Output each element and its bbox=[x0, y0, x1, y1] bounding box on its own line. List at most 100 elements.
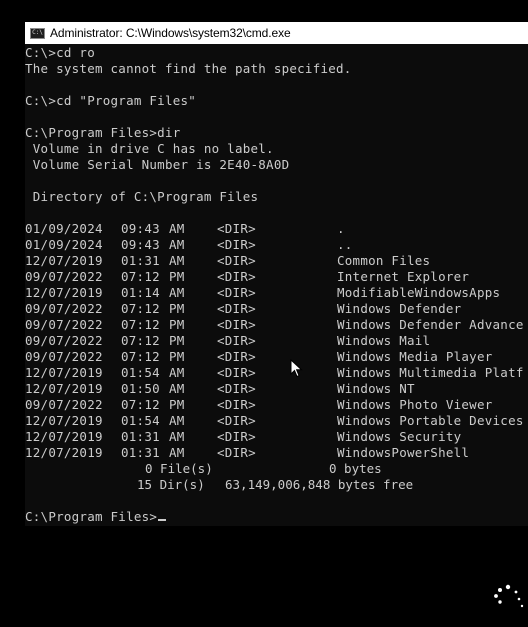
entry-type: <DIR> bbox=[217, 301, 256, 316]
entry-date: 09/07/2022 bbox=[25, 397, 103, 412]
entry-date: 01/09/2024 bbox=[25, 221, 103, 236]
entry-name: WindowsPowerShell bbox=[337, 445, 470, 460]
arrow-cursor-icon bbox=[290, 358, 304, 384]
console-line: The system cannot find the path specifie… bbox=[25, 61, 352, 76]
entry-type: <DIR> bbox=[217, 381, 256, 396]
entry-name: .. bbox=[337, 237, 353, 252]
entry-type: <DIR> bbox=[217, 445, 256, 460]
entry-ampm: AM bbox=[169, 381, 185, 396]
entry-type: <DIR> bbox=[217, 429, 256, 444]
entry-type: <DIR> bbox=[217, 253, 256, 268]
entry-name: Windows Photo Viewer bbox=[337, 397, 493, 412]
console-line: C:\>cd "Program Files" bbox=[25, 93, 197, 108]
entry-type: <DIR> bbox=[217, 221, 256, 236]
entry-ampm: PM bbox=[169, 397, 185, 412]
entry-time: 07:12 bbox=[121, 317, 160, 332]
dirs-free: 63,149,006,848 bytes free bbox=[225, 477, 414, 492]
entry-time: 01:31 bbox=[121, 445, 160, 460]
dir-entry: 12/07/2019 01:31 AM <DIR> Common Files bbox=[25, 253, 528, 269]
dir-entry: 09/07/2022 07:12 PM <DIR> Windows Media Play… bbox=[25, 349, 528, 365]
entry-date: 01/09/2024 bbox=[25, 237, 103, 252]
entry-date: 12/07/2019 bbox=[25, 253, 103, 268]
entry-date: 12/07/2019 bbox=[25, 381, 103, 396]
entry-name: Windows Portable Devices bbox=[337, 413, 524, 428]
dir-entry: 01/09/2024 09:43 AM <DIR>. bbox=[25, 221, 528, 237]
entry-time: 01:54 bbox=[121, 413, 160, 428]
title-bar[interactable]: C:\ Administrator: C:\Windows\system32\c… bbox=[25, 22, 528, 44]
entry-ampm: AM bbox=[169, 221, 185, 236]
entry-date: 09/07/2022 bbox=[25, 333, 103, 348]
console-line: C:\>cd ro bbox=[25, 45, 95, 60]
dirs-summary: 15 Dir(s) 63,149,006,848 bytes free bbox=[25, 477, 528, 493]
command-prompt[interactable]: C:\Program Files> bbox=[25, 509, 528, 525]
console-line: Volume in drive C has no label. bbox=[25, 141, 274, 156]
dirs-count: 15 Dir(s) bbox=[137, 477, 205, 492]
entry-type: <DIR> bbox=[217, 365, 256, 380]
entry-ampm: PM bbox=[169, 333, 185, 348]
entry-time: 07:12 bbox=[121, 269, 160, 284]
dir-entry: 09/07/2022 07:12 PM <DIR> Windows Photo View… bbox=[25, 397, 528, 413]
dir-entry: 09/07/2022 07:12 PM <DIR> Windows Defender bbox=[25, 301, 528, 317]
entry-ampm: PM bbox=[169, 269, 185, 284]
entry-time: 01:14 bbox=[121, 285, 160, 300]
console-output[interactable]: C:\>cd ro The system cannot find the pat… bbox=[25, 45, 528, 526]
entry-type: <DIR> bbox=[217, 285, 256, 300]
cmd-app-icon[interactable]: C:\ bbox=[30, 27, 45, 39]
entry-ampm: PM bbox=[169, 301, 185, 316]
entry-ampm: AM bbox=[169, 365, 185, 380]
dir-entry: 09/07/2022 07:12 PM <DIR> Internet Explorer bbox=[25, 269, 528, 285]
entry-ampm: AM bbox=[169, 429, 185, 444]
files-bytes: 0 bytes bbox=[329, 461, 382, 476]
entry-name: . bbox=[337, 221, 345, 236]
entry-ampm: AM bbox=[169, 285, 185, 300]
entry-time: 01:54 bbox=[121, 365, 160, 380]
entry-ampm: PM bbox=[169, 349, 185, 364]
desktop: C:\ Administrator: C:\Windows\system32\c… bbox=[0, 0, 528, 627]
dir-entry: 09/07/2022 07:12 PM <DIR> Windows Defender A… bbox=[25, 317, 528, 333]
entry-type: <DIR> bbox=[217, 397, 256, 412]
entry-time: 01:50 bbox=[121, 381, 160, 396]
prompt-text: C:\Program Files> bbox=[25, 509, 158, 524]
entry-name: Common Files bbox=[337, 253, 431, 268]
entry-date: 12/07/2019 bbox=[25, 285, 103, 300]
entry-time: 07:12 bbox=[121, 349, 160, 364]
dir-entry: 12/07/2019 01:14 AM <DIR> ModifiableWindowsA… bbox=[25, 285, 528, 301]
entry-ampm: AM bbox=[169, 413, 185, 428]
dir-entry: 12/07/2019 01:54 AM <DIR> Windows Portable D… bbox=[25, 413, 528, 429]
entry-date: 09/07/2022 bbox=[25, 269, 103, 284]
entry-name: Windows Defender Advance bbox=[337, 317, 524, 332]
entry-name: Windows NT bbox=[337, 381, 415, 396]
entry-time: 09:43 bbox=[121, 221, 160, 236]
entry-name: Windows Mail bbox=[337, 333, 431, 348]
entry-name: Windows Media Player bbox=[337, 349, 493, 364]
dir-entry: 09/07/2022 07:12 PM <DIR> Windows Mail bbox=[25, 333, 528, 349]
entry-date: 09/07/2022 bbox=[25, 349, 103, 364]
entry-ampm: AM bbox=[169, 237, 185, 252]
entry-time: 07:12 bbox=[121, 333, 160, 348]
text-cursor bbox=[158, 519, 167, 521]
entry-time: 07:12 bbox=[121, 301, 160, 316]
dir-entry: 12/07/2019 01:31 AM <DIR> WindowsPowerShell bbox=[25, 445, 528, 461]
entry-type: <DIR> bbox=[217, 413, 256, 428]
entry-name: Internet Explorer bbox=[337, 269, 470, 284]
loading-spinner-icon bbox=[491, 583, 525, 611]
cmd-window[interactable]: C:\ Administrator: C:\Windows\system32\c… bbox=[25, 22, 528, 526]
entry-type: <DIR> bbox=[217, 349, 256, 364]
entry-date: 12/07/2019 bbox=[25, 445, 103, 460]
entry-name: Windows Multimedia Platf bbox=[337, 365, 524, 380]
entry-type: <DIR> bbox=[217, 333, 256, 348]
dir-entry: 12/07/2019 01:50 AM <DIR> Windows NT bbox=[25, 381, 528, 397]
console-line: Directory of C:\Program Files bbox=[25, 189, 259, 204]
entry-time: 01:31 bbox=[121, 253, 160, 268]
entry-date: 12/07/2019 bbox=[25, 365, 103, 380]
cmd-icon-glyph: C:\ bbox=[32, 29, 43, 36]
entry-ampm: PM bbox=[169, 317, 185, 332]
entry-time: 09:43 bbox=[121, 237, 160, 252]
entry-name: Windows Security bbox=[337, 429, 462, 444]
window-title: Administrator: C:\Windows\system32\cmd.e… bbox=[50, 26, 291, 40]
